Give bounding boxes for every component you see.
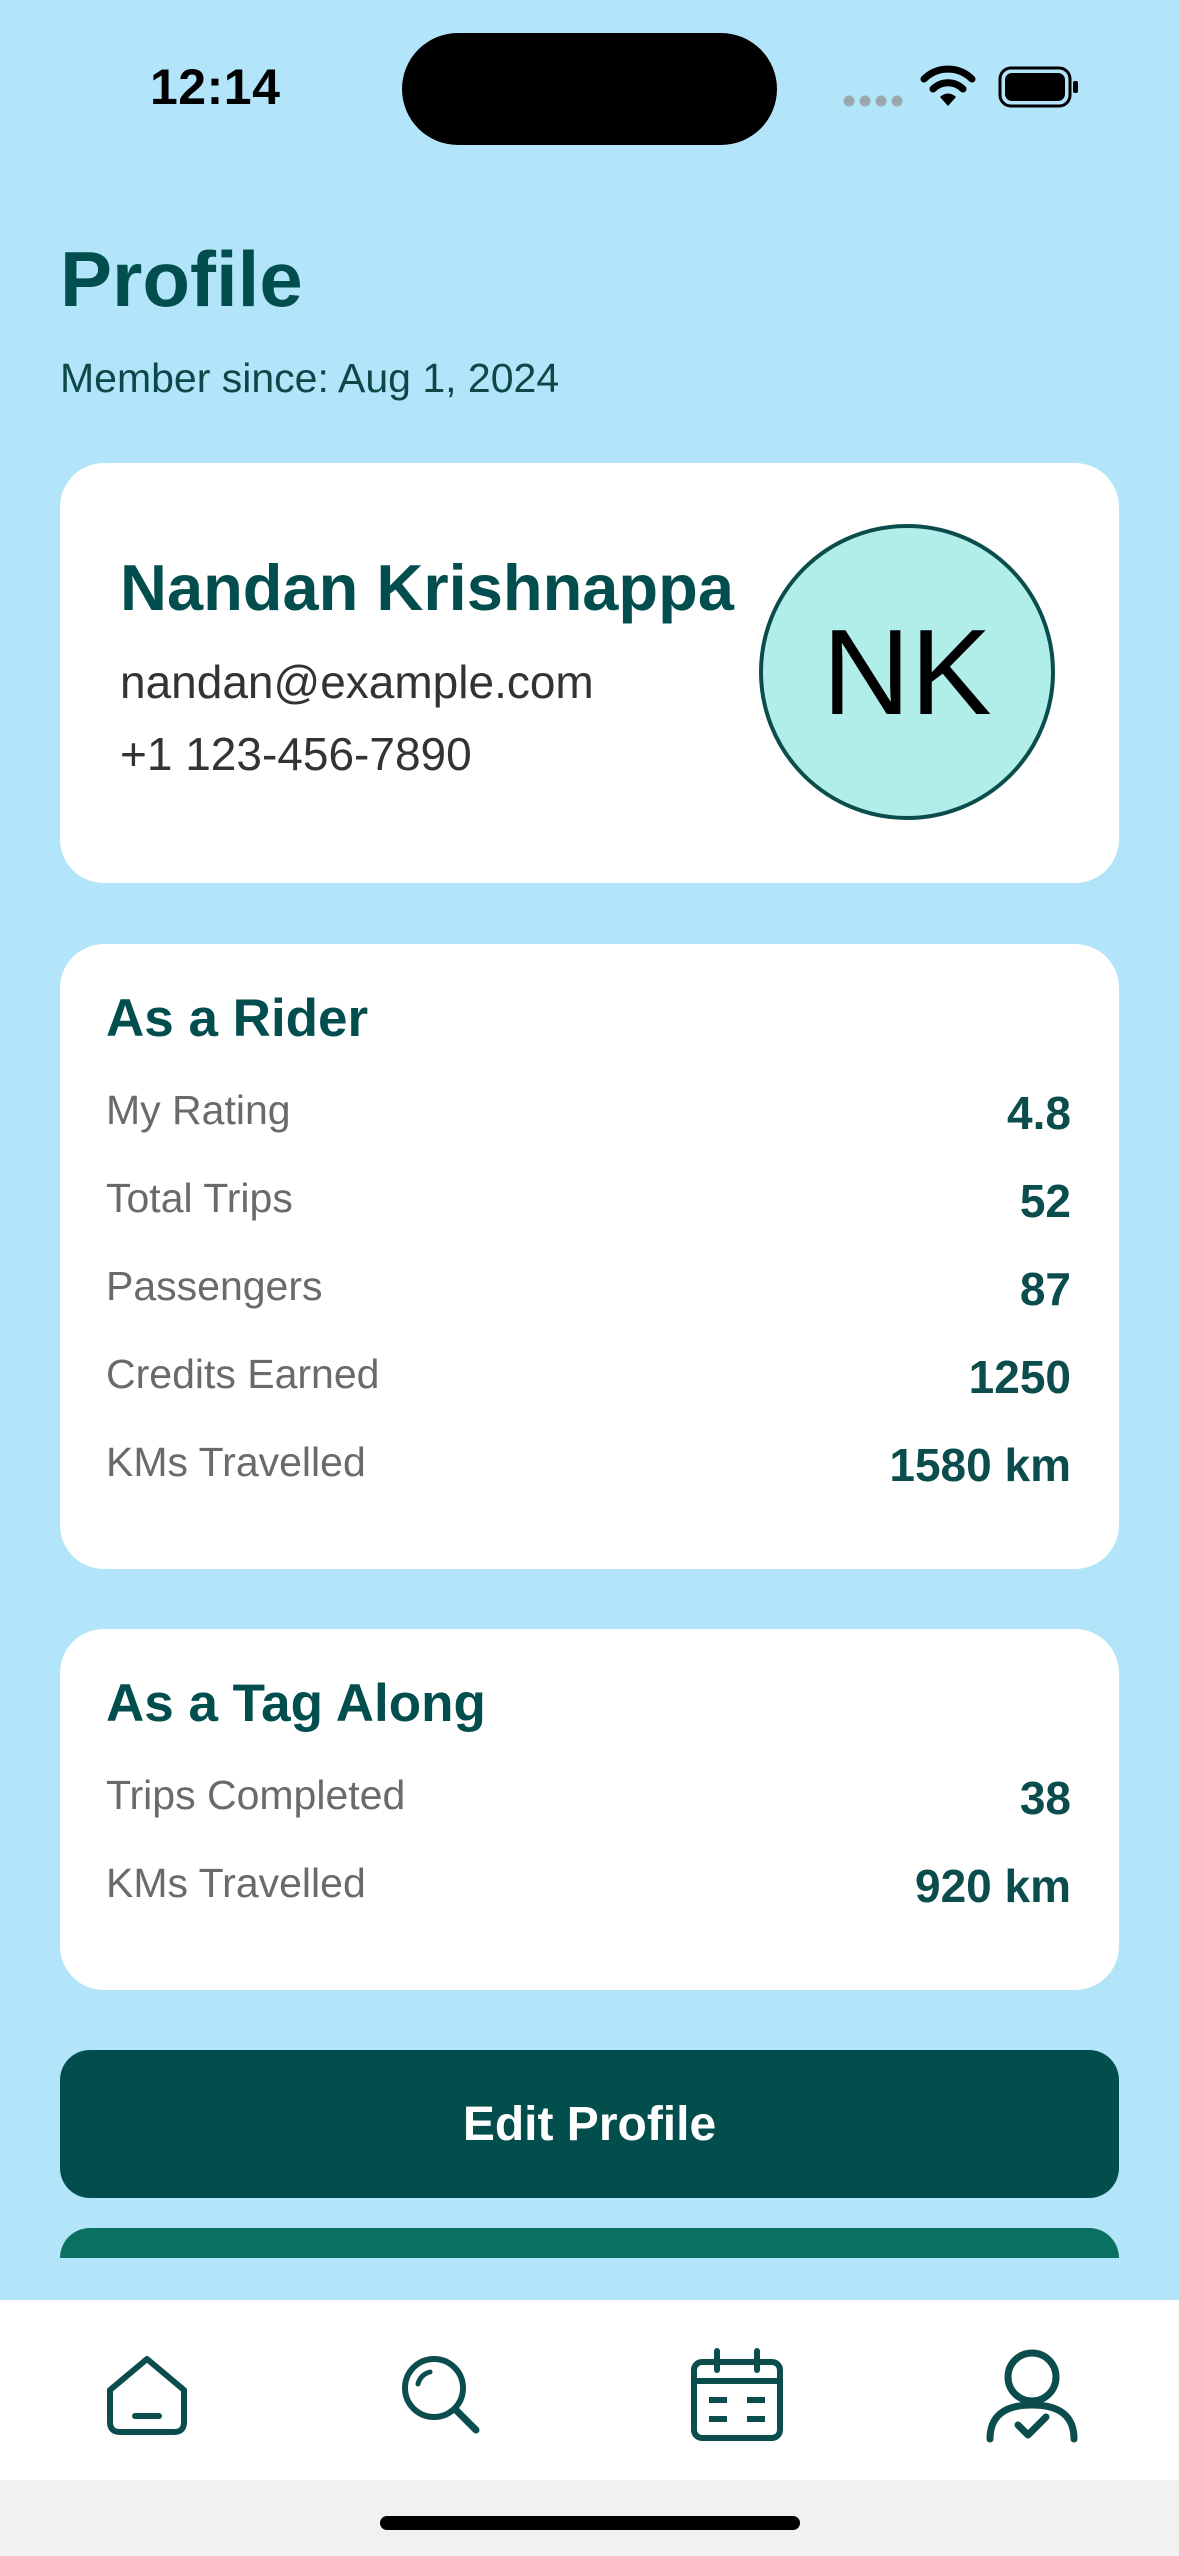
tag-along-stat-value: 920 km [914,1860,1071,1912]
member-since-text: Member since: Aug 1, 2024 [60,355,560,401]
tag-along-stat-label: Trips Completed [106,1772,406,1818]
user-phone: +1 123-456-7890 [120,728,472,780]
tab-calendar[interactable] [687,2340,787,2450]
rider-stat-label: KMs Travelled [106,1439,366,1485]
cellular-signal-icon [843,95,903,107]
rider-stat-value: 1580 km [889,1439,1071,1491]
dynamic-island [402,33,777,145]
home-icon [107,2356,187,2435]
status-time: 12:14 [150,59,281,115]
rider-stat-label: Credits Earned [106,1351,380,1397]
tag-along-stat-label: KMs Travelled [106,1860,366,1906]
page-title: Profile [60,235,303,323]
tag-along-stat-value: 38 [1019,1772,1071,1824]
profile-icon [986,2349,1078,2443]
rider-stat-value: 87 [1019,1263,1071,1315]
rider-stat-value: 1250 [968,1351,1071,1403]
tab-home[interactable] [97,2340,197,2450]
search-icon [402,2356,480,2434]
rider-stat-label: My Rating [106,1087,291,1133]
wifi-icon [920,65,976,106]
rider-stat-label: Total Trips [106,1175,293,1221]
secondary-action-button[interactable] [60,2228,1119,2258]
rider-section-title: As a Rider [106,989,369,1048]
tab-profile[interactable] [982,2340,1082,2450]
tab-search[interactable] [391,2340,491,2450]
avatar: NK [759,524,1055,820]
home-indicator[interactable] [380,2516,800,2530]
avatar-initials: NK [822,604,992,740]
edit-profile-button[interactable]: Edit Profile [60,2050,1119,2198]
tag-along-section-title: As a Tag Along [106,1674,486,1733]
rider-stat-value: 52 [1019,1175,1071,1227]
user-name: Nandan Krishnappa [120,551,734,624]
battery-icon [998,66,1078,108]
rider-stat-label: Passengers [106,1263,323,1309]
user-email: nandan@example.com [120,656,594,708]
calendar-icon [691,2348,783,2441]
rider-stat-value: 4.8 [1007,1087,1071,1139]
